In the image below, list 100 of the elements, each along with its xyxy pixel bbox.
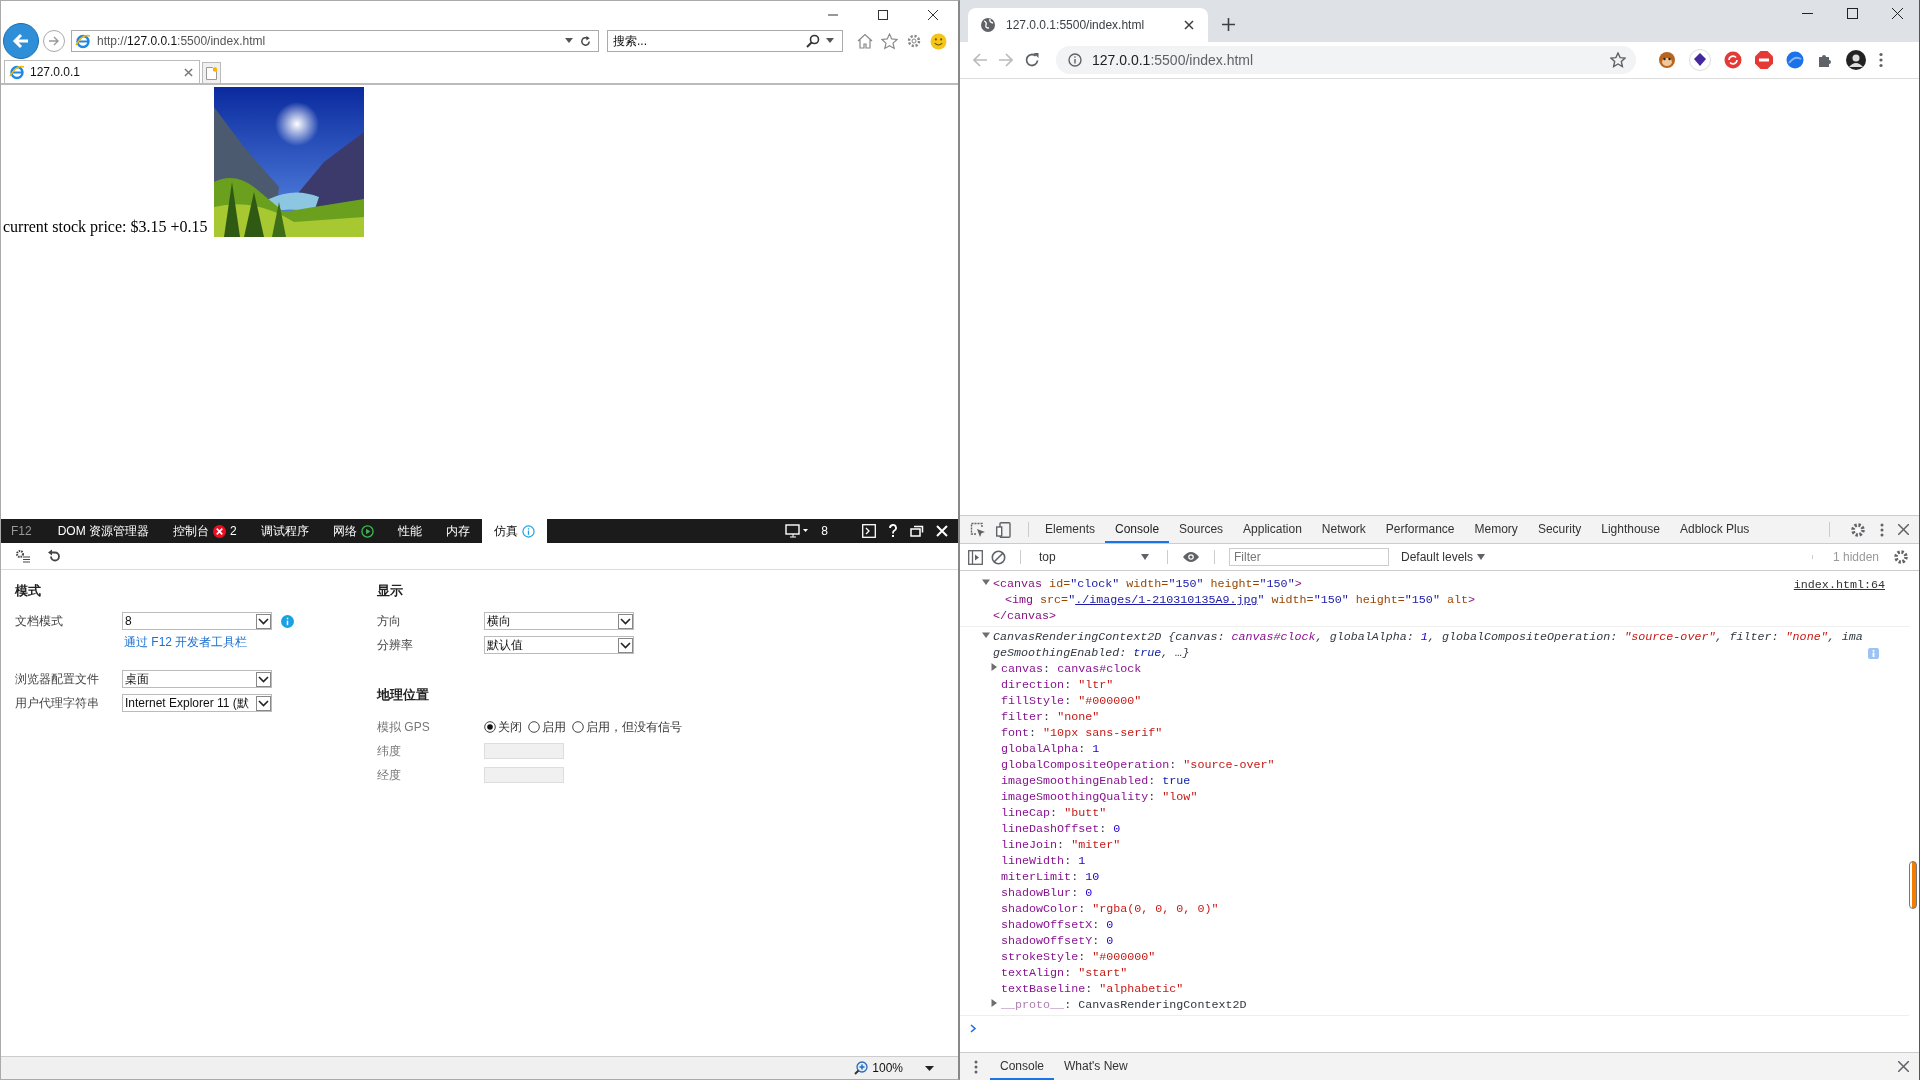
devtools-tab[interactable]: 调试程序 <box>248 519 321 543</box>
levels-dropdown[interactable]: Default levels <box>1401 550 1486 564</box>
dropdown-icon[interactable] <box>618 637 633 653</box>
refresh-icon[interactable] <box>579 34 592 48</box>
console-icon[interactable] <box>862 524 876 538</box>
devtools-tab[interactable]: 仿真 <box>481 519 547 543</box>
devtools-tab[interactable]: DOM 资源管理器 <box>45 519 162 543</box>
filter-field[interactable]: Filter <box>1229 548 1389 566</box>
settings-icon[interactable] <box>1893 549 1909 565</box>
maximize-icon[interactable] <box>877 8 889 21</box>
expand-arrow-icon[interactable] <box>990 999 998 1007</box>
info-icon[interactable] <box>281 614 294 628</box>
scrollbar[interactable] <box>1909 861 1917 909</box>
devtools-tab[interactable]: Elements <box>1035 516 1106 543</box>
source-link[interactable]: index.html:64 <box>1793 577 1885 593</box>
new-tab-icon[interactable] <box>1222 18 1235 31</box>
dropdown-icon[interactable] <box>618 613 633 629</box>
select-field[interactable]: Internet Explorer 11 (默 <box>122 694 272 712</box>
devtools-tab[interactable]: 网络 <box>320 519 386 543</box>
address-field[interactable]: 127.0.0.1:5500/index.html <box>1056 46 1636 74</box>
file-link[interactable]: ./images/1-210310135A9.jpg <box>1075 593 1258 607</box>
ad-block-icon[interactable] <box>1755 51 1773 69</box>
devtools-tab[interactable]: 性能 <box>385 519 434 543</box>
radio-option[interactable]: 启用，但没有信号 <box>572 718 682 736</box>
search-icon[interactable] <box>806 34 820 48</box>
extension-icon[interactable] <box>1786 51 1804 69</box>
devtools-tab[interactable]: Memory <box>1464 516 1528 543</box>
more-icon[interactable] <box>1880 522 1884 537</box>
new-tab-button[interactable] <box>202 62 221 83</box>
devtools-tab[interactable]: Console <box>1105 516 1170 543</box>
console-line: __proto__: CanvasRenderingContext2D <box>1001 997 1247 1013</box>
devtools-tab[interactable]: Application <box>1233 516 1312 543</box>
avatar-icon[interactable] <box>1846 50 1866 70</box>
console-line: lineCap: "butt" <box>1001 805 1107 821</box>
devtools-tab[interactable]: Sources <box>1169 516 1234 543</box>
dropdown-icon[interactable] <box>826 38 834 44</box>
inspect-icon[interactable] <box>970 521 986 538</box>
help-icon[interactable] <box>888 524 898 538</box>
select-field[interactable]: 桌面 <box>122 670 272 688</box>
settings-list-icon[interactable] <box>15 549 31 563</box>
console-line: <img src="./images/1-210310135A9.jpg" width="150" height="150" alt> <box>1005 592 1475 608</box>
browser-tab[interactable]: 127.0.0.1:5500/index.html <box>968 8 1208 42</box>
monitor-icon[interactable] <box>785 524 810 538</box>
monkey-icon[interactable] <box>1658 51 1676 69</box>
zoom-icon[interactable] <box>854 1061 869 1075</box>
context-select[interactable]: top <box>1035 550 1153 564</box>
restore-icon[interactable] <box>910 525 924 537</box>
eye-icon[interactable] <box>1182 551 1200 563</box>
settings-icon[interactable] <box>906 33 922 49</box>
new-page-icon <box>206 66 217 80</box>
devtools-tab[interactable]: Adblock Plus <box>1669 516 1760 543</box>
browser-icon <box>75 33 91 49</box>
device-icon[interactable] <box>996 521 1012 538</box>
devtools-tab[interactable]: Security <box>1527 516 1592 543</box>
close-icon[interactable] <box>1892 8 1903 19</box>
extension-icon[interactable] <box>1689 49 1711 71</box>
devtools-tab[interactable]: Performance <box>1375 516 1465 543</box>
smiley-icon[interactable] <box>930 32 947 50</box>
undo-icon[interactable] <box>47 549 61 563</box>
settings-icon[interactable] <box>1850 521 1866 538</box>
more-icon[interactable] <box>974 1059 978 1074</box>
dropdown-icon[interactable] <box>256 671 271 687</box>
back-button[interactable] <box>3 23 39 59</box>
radio-option[interactable]: 启用 <box>528 718 566 736</box>
expand-arrow-icon[interactable] <box>990 663 998 671</box>
puzzle-icon[interactable] <box>1817 52 1833 68</box>
dropdown-icon[interactable] <box>256 613 271 629</box>
clear-icon[interactable] <box>991 549 1006 565</box>
select-field[interactable]: 默认值 <box>484 636 634 654</box>
drawer-tab[interactable]: Console <box>990 1053 1055 1080</box>
dropdown-icon[interactable] <box>565 38 573 44</box>
devtools-tab[interactable]: 内存 <box>433 519 482 543</box>
expand-arrow-icon[interactable] <box>982 631 990 639</box>
select-field[interactable]: 8 <box>122 612 272 630</box>
toolbar-link[interactable]: 通过 F12 开发者工具栏 <box>124 635 248 649</box>
devtools-tab[interactable]: 控制台 2 <box>161 519 249 543</box>
drawer-tab[interactable]: What's New <box>1054 1053 1138 1080</box>
close-icon[interactable] <box>927 8 939 21</box>
document-mode-number: 8 <box>821 524 828 538</box>
select-field[interactable]: 横向 <box>484 612 634 630</box>
browser-tab[interactable]: 127.0.0.1 <box>4 60 200 83</box>
sync-icon[interactable] <box>1724 51 1742 69</box>
devtools-tab[interactable]: Network <box>1311 516 1376 543</box>
search-field[interactable]: 搜索... <box>607 30 843 52</box>
info-icon[interactable] <box>1068 53 1082 67</box>
home-icon[interactable] <box>857 33 873 49</box>
reload-icon[interactable] <box>1024 52 1040 68</box>
address-field[interactable]: http://127.0.0.1:5500/index.html <box>71 30 599 52</box>
close-icon[interactable] <box>1184 20 1194 30</box>
zoom-level[interactable]: 100% <box>872 1061 903 1075</box>
caret-icon[interactable] <box>925 1065 934 1071</box>
expand-arrow-icon[interactable] <box>982 578 990 586</box>
maximize-icon[interactable] <box>1847 8 1858 19</box>
star-icon[interactable] <box>1610 52 1626 68</box>
radio-option[interactable]: 关闭 <box>484 718 522 736</box>
dropdown-icon[interactable] <box>256 695 271 711</box>
star-icon[interactable] <box>881 32 898 50</box>
devtools-tab[interactable]: Lighthouse <box>1591 516 1670 543</box>
sidebar-icon[interactable] <box>968 549 983 565</box>
menu-icon[interactable] <box>1879 52 1883 68</box>
